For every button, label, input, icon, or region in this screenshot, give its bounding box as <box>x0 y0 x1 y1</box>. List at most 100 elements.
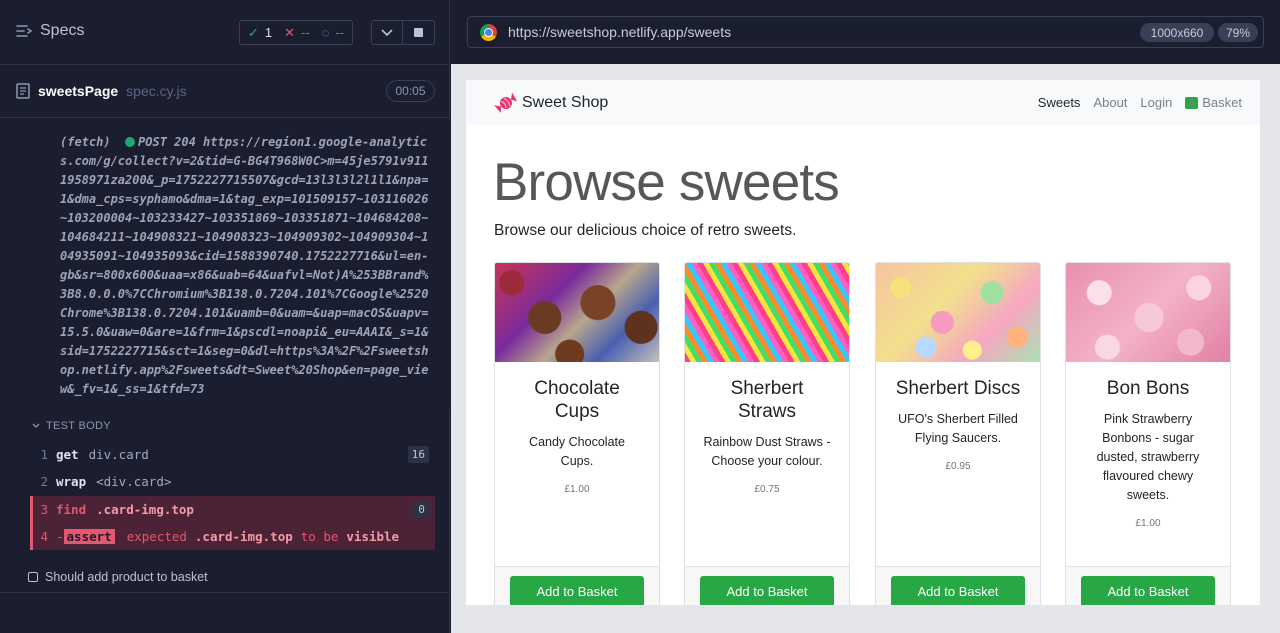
command-row-failed[interactable]: 4 - assert expected .card-img.top to be … <box>30 523 435 550</box>
nav-about[interactable]: About <box>1093 95 1127 110</box>
product-title: Chocolate Cups <box>534 378 620 422</box>
spec-file-ext: spec.cy.js <box>126 83 187 99</box>
add-to-basket-button[interactable]: Add to Basket <box>700 576 834 605</box>
reporter-topbar: Specs ✓ 1 ✕ -- ◌ -- <box>0 0 450 65</box>
product-description: UFO's Sherbert Filled Flying Saucers. <box>898 412 1018 445</box>
assert-tag: assert <box>63 529 115 544</box>
product-card: Sherbert Discs UFO's Sherbert Filled Fly… <box>875 262 1041 605</box>
command-arg: div.card <box>88 447 149 462</box>
test-body-header[interactable]: TEST BODY <box>32 420 111 432</box>
specs-icon <box>16 24 32 38</box>
log-overflow-edge <box>60 119 432 125</box>
file-icon <box>16 83 30 99</box>
spec-file-name: sweetsPage <box>38 83 119 99</box>
command-number: 3 <box>40 502 48 517</box>
spec-file[interactable]: sweetsPage spec.cy.js <box>16 83 187 99</box>
checkbox-icon <box>28 572 38 582</box>
product-image <box>876 263 1040 362</box>
command-row-failed[interactable]: 3 find .card-img.top 0 <box>30 496 435 523</box>
fetch-log-entry[interactable]: (fetch) POST 204 https://region1.google-… <box>60 133 432 399</box>
command-row[interactable]: 2 wrap <div.card> <box>30 468 435 495</box>
page-title: Browse sweets <box>493 153 840 212</box>
pending-count: -- <box>335 25 345 40</box>
product-image <box>495 263 659 362</box>
product-description: Rainbow Dust Straws - Choose your colour… <box>703 435 831 468</box>
product-description: Candy Chocolate Cups. <box>529 435 625 468</box>
command-name: get <box>56 447 79 462</box>
card-footer: Add to Basket <box>1066 566 1230 605</box>
element-count-badge: 0 <box>414 501 429 518</box>
chevron-down-icon <box>32 423 40 428</box>
assert-to-be: to be <box>300 529 339 544</box>
divider <box>0 592 450 593</box>
zoom-badge[interactable]: 79% <box>1218 23 1258 42</box>
command-number: 1 <box>40 447 48 462</box>
command-row[interactable]: 1 get div.card 16 <box>30 441 435 468</box>
nav-links: Sweets About Login 0 Basket <box>1038 95 1242 110</box>
add-to-basket-button[interactable]: Add to Basket <box>1081 576 1215 605</box>
product-image <box>1066 263 1230 362</box>
specs-nav[interactable]: Specs <box>16 22 84 40</box>
product-price: £0.95 <box>945 461 971 472</box>
candy-icon <box>494 92 518 113</box>
failed-stat: ✕ -- <box>284 25 310 41</box>
product-card: Bon Bons Pink Strawberry Bonbons - sugar… <box>1065 262 1231 605</box>
basket-label: Basket <box>1202 95 1242 110</box>
expand-button[interactable] <box>371 20 403 45</box>
aut-viewport: Sweet Shop Sweets About Login 0 Basket B… <box>466 80 1260 605</box>
command-arg: <div.card> <box>96 474 172 489</box>
x-icon: ✕ <box>284 24 296 40</box>
viewport-size-badge[interactable]: 1000x660 <box>1140 23 1214 42</box>
page-lead: Browse our delicious choice of retro swe… <box>494 222 797 239</box>
product-price: £1.00 <box>564 484 590 495</box>
stop-button[interactable] <box>403 20 435 45</box>
product-card: Sherbert Straws Rainbow Dust Straws - Ch… <box>684 262 850 605</box>
command-number: 4 <box>40 529 48 544</box>
assert-selector: .card-img.top <box>194 529 293 544</box>
site-brand[interactable]: Sweet Shop <box>494 91 608 115</box>
fetch-text: POST 204 https://region1.google-analytic… <box>60 135 429 396</box>
add-to-basket-button[interactable]: Add to Basket <box>891 576 1025 605</box>
site-navbar: Sweet Shop Sweets About Login 0 Basket <box>466 80 1260 125</box>
spec-header: sweetsPage spec.cy.js 00:05 <box>0 66 450 118</box>
nav-login[interactable]: Login <box>1140 95 1172 110</box>
chevron-down-icon <box>381 28 393 36</box>
element-count-badge: 16 <box>407 446 429 463</box>
specs-label: Specs <box>40 22 85 39</box>
product-price: £0.75 <box>754 484 780 495</box>
nav-sweets[interactable]: Sweets <box>1038 95 1081 110</box>
url-bar[interactable]: https://sweetshop.netlify.app/sweets 100… <box>467 16 1264 48</box>
test-item-title: Should add product to basket <box>45 570 208 584</box>
passed-count: 1 <box>264 25 273 40</box>
nav-basket[interactable]: 0 Basket <box>1185 95 1242 110</box>
passed-stat: ✓ 1 <box>248 25 272 41</box>
assert-dash: - <box>56 529 64 544</box>
card-footer: Add to Basket <box>495 566 659 605</box>
fetch-prefix: (fetch) <box>60 135 111 149</box>
product-description: Pink Strawberry Bonbons - sugar dusted, … <box>1096 412 1200 502</box>
command-log[interactable]: (fetch) POST 204 https://region1.google-… <box>0 119 450 409</box>
chrome-icon <box>480 23 497 41</box>
add-to-basket-button[interactable]: Add to Basket <box>510 576 644 605</box>
basket-count-badge: 0 <box>1185 96 1199 109</box>
card-footer: Add to Basket <box>876 566 1040 605</box>
command-number: 2 <box>40 474 48 489</box>
check-icon: ✓ <box>248 24 259 40</box>
command-arg: .card-img.top <box>96 502 194 517</box>
product-image <box>685 263 849 362</box>
assert-visible: visible <box>346 529 400 544</box>
card-footer: Add to Basket <box>685 566 849 605</box>
test-stats: ✓ 1 ✕ -- ◌ -- <box>239 20 354 45</box>
aut-header: https://sweetshop.netlify.app/sweets 100… <box>451 0 1280 64</box>
reporter-panel: Specs ✓ 1 ✕ -- ◌ -- sweetsPage spec.cy.j… <box>0 0 450 633</box>
command-name: wrap <box>56 474 87 489</box>
stop-icon <box>414 28 423 37</box>
test-body-label: TEST BODY <box>46 420 111 432</box>
product-price: £1.00 <box>1135 518 1161 529</box>
product-title: Bon Bons <box>1106 378 1190 399</box>
pending-stat: ◌ -- <box>322 25 344 40</box>
spec-duration: 00:05 <box>386 80 435 102</box>
aut-panel: https://sweetshop.netlify.app/sweets 100… <box>451 0 1280 633</box>
status-dot-icon <box>125 137 136 147</box>
test-item[interactable]: Should add product to basket <box>28 570 208 584</box>
